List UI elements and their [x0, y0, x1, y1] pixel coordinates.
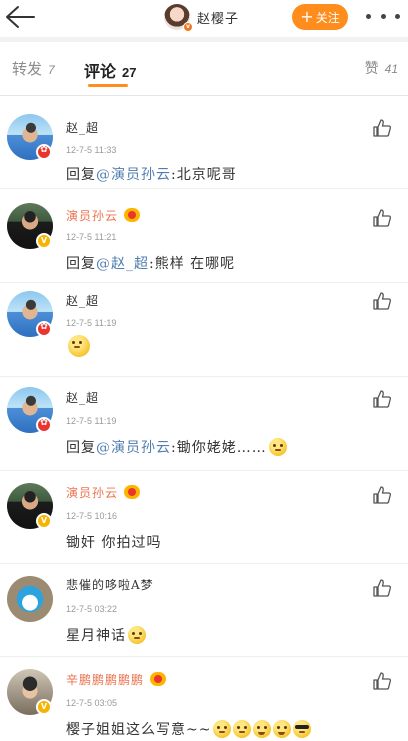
- tab-comment[interactable]: 评论 27: [84, 58, 136, 82]
- tab-repost-label: 转发: [12, 60, 43, 78]
- plus-icon: +: [300, 7, 314, 26]
- eye-roll-emoji-icon: [68, 335, 90, 357]
- comment-body: :熊样 在哪呢: [149, 256, 236, 272]
- comment-text: 星月神话: [66, 625, 146, 645]
- author-name[interactable]: 赵樱子: [197, 8, 239, 27]
- shy-emoji-icon: [213, 720, 232, 738]
- comment-text: 回复@演员孙云:北京呢哥: [66, 164, 237, 184]
- more-options-button[interactable]: [366, 8, 400, 24]
- tab-repost-count: 7: [48, 63, 55, 77]
- reply-prefix: 回复: [66, 440, 96, 456]
- author-info[interactable]: v 赵樱子: [164, 3, 239, 32]
- follow-label: 关注: [315, 10, 340, 25]
- member-badge-icon: [36, 417, 52, 433]
- comment-author[interactable]: 赵_超: [66, 119, 99, 136]
- top-bar: v 赵樱子 + 关注: [0, 0, 408, 36]
- verified-badge-icon: v: [183, 22, 193, 32]
- comment-body: 星月神话: [66, 628, 126, 644]
- member-badge-icon: [36, 321, 52, 337]
- comment-body: 樱子姐姐这么写意~~: [66, 722, 212, 738]
- active-tab-indicator: [88, 84, 128, 87]
- shy-emoji-icon: [233, 720, 252, 738]
- comment-text: 樱子姐姐这么写意~~: [66, 719, 312, 739]
- mention-link[interactable]: @赵_超: [96, 256, 149, 272]
- comment-author[interactable]: 赵_超: [66, 389, 99, 406]
- comment-author[interactable]: 悲催的哆啦A梦: [66, 576, 154, 593]
- comment-author[interactable]: 演员孙云: [66, 484, 141, 501]
- reply-prefix: 回复: [66, 167, 96, 183]
- vip-level-icon: [150, 672, 167, 686]
- tab-comment-count: 27: [122, 65, 137, 80]
- tab-repost[interactable]: 转发 7: [12, 58, 55, 79]
- mention-link[interactable]: @演员孙云: [96, 440, 171, 456]
- thumbs-up-icon[interactable]: [372, 291, 392, 311]
- back-arrow-icon: [6, 6, 35, 28]
- thumbs-up-icon[interactable]: [372, 389, 392, 409]
- comment-author[interactable]: 演员孙云: [66, 207, 141, 224]
- comment-author[interactable]: 辛鹏鹏鹏鹏鹏: [66, 671, 167, 688]
- sunglasses-emoji-icon: [293, 720, 312, 738]
- tab-like-label: 赞: [364, 61, 379, 77]
- back-button[interactable]: [4, 4, 36, 30]
- follow-button[interactable]: + 关注: [292, 4, 348, 30]
- more-dots-icon: [380, 13, 386, 19]
- comment-item: 赵_超 12-7-5 11:19 回复@演员孙云:锄你姥姥……: [0, 377, 408, 471]
- tab-like[interactable]: 赞 41: [365, 58, 398, 78]
- verified-v-icon: [36, 699, 52, 715]
- vip-level-icon: [124, 485, 141, 499]
- comment-author-name[interactable]: 演员孙云: [66, 209, 118, 223]
- verified-v-icon: [36, 513, 52, 529]
- comment-text: [66, 335, 90, 357]
- more-dots-icon: [366, 13, 371, 19]
- thumbs-up-icon[interactable]: [372, 578, 392, 598]
- comment-item: 辛鹏鹏鹏鹏鹏 12-7-5 03:05 樱子姐姐这么写意~~: [0, 657, 408, 741]
- comment-time: 12-7-5 11:19: [66, 416, 117, 426]
- tab-bar: 转发 7 评论 27 赞 41: [0, 42, 408, 96]
- comment-body: :锄你姥姥……: [171, 440, 267, 456]
- thumbs-up-icon[interactable]: [372, 118, 392, 138]
- grin-emoji-icon: [273, 720, 292, 738]
- comment-time: 12-7-5 03:22: [66, 604, 118, 614]
- author-avatar[interactable]: v: [164, 4, 193, 32]
- comment-author-name[interactable]: 辛鹏鹏鹏鹏鹏: [66, 673, 144, 687]
- thumbs-up-icon[interactable]: [372, 485, 392, 505]
- comment-body: :北京呢哥: [171, 167, 237, 183]
- member-badge-icon: [36, 144, 52, 160]
- comment-time: 12-7-5 11:19: [66, 318, 117, 328]
- comment-text: 回复@演员孙云:锄你姥姥……: [66, 437, 287, 457]
- reply-prefix: 回复: [66, 256, 96, 272]
- comment-author[interactable]: 赵_超: [66, 292, 99, 309]
- comment-item: 赵_超 12-7-5 11:19: [0, 283, 408, 377]
- avatar[interactable]: [7, 576, 53, 622]
- verified-v-icon: [36, 233, 52, 249]
- comment-author-name[interactable]: 演员孙云: [66, 486, 118, 500]
- comment-list: 赵_超 12-7-5 11:33 回复@演员孙云:北京呢哥 演员孙云 12-7-…: [0, 96, 408, 741]
- smile-emoji-icon: [128, 626, 146, 644]
- comment-time: 12-7-5 03:05: [66, 698, 118, 708]
- comment-time: 12-7-5 11:21: [66, 232, 117, 242]
- comment-text: 回复@赵_超:熊样 在哪呢: [66, 253, 235, 273]
- comment-item: 赵_超 12-7-5 11:33 回复@演员孙云:北京呢哥: [0, 96, 408, 189]
- comment-text: 锄奸 你拍过吗: [66, 535, 162, 551]
- tab-comment-label: 评论: [84, 62, 117, 81]
- comment-time: 12-7-5 11:33: [66, 145, 117, 155]
- comment-item: 悲催的哆啦A梦 12-7-5 03:22 星月神话: [0, 564, 408, 657]
- grin-emoji-icon: [253, 720, 272, 738]
- tab-like-count: 41: [384, 62, 398, 76]
- mention-link[interactable]: @演员孙云: [96, 167, 171, 183]
- thumbs-up-icon[interactable]: [372, 208, 392, 228]
- comment-item: 演员孙云 12-7-5 10:16 锄奸 你拍过吗: [0, 471, 408, 564]
- more-dots-icon: [395, 13, 400, 19]
- laughing-emoji-icon: [268, 438, 287, 456]
- comment-item: 演员孙云 12-7-5 11:21 回复@赵_超:熊样 在哪呢: [0, 189, 408, 283]
- comment-time: 12-7-5 10:16: [66, 511, 118, 521]
- vip-level-icon: [124, 208, 141, 222]
- thumbs-up-icon[interactable]: [372, 671, 392, 691]
